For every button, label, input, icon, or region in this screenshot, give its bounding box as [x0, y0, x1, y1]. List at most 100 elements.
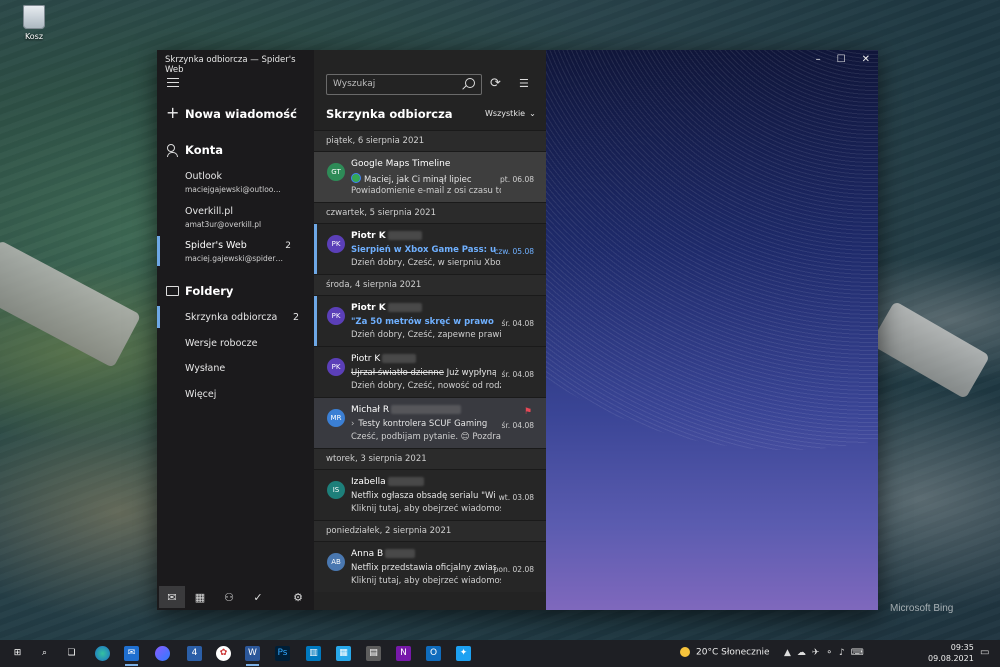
task-view-icon[interactable]: ❏ [64, 646, 79, 661]
folder-name: Skrzynka odbiorcza [185, 312, 278, 323]
mail-app-icon[interactable]: ✉ [124, 646, 139, 666]
selection-mode-icon[interactable]: ☰ [519, 77, 529, 90]
message-sender: Michał R [351, 405, 462, 415]
reading-pane: – ☐ ✕ [546, 50, 878, 610]
photos-icon[interactable]: ✿ [216, 646, 231, 661]
search-icon[interactable] [465, 78, 475, 88]
todo-icon[interactable]: ✓ [245, 586, 271, 608]
messenger-icon[interactable] [155, 646, 170, 661]
message-row[interactable]: IS Izabella Netflix ogłasza obsadę seria… [314, 469, 546, 520]
person-icon [167, 144, 178, 157]
message-row[interactable]: PK Piotr K Sierpień w Xbox Game Pass: ul… [314, 223, 546, 274]
folder-icon [166, 286, 179, 296]
clock-date: 09.08.2021 [928, 654, 974, 663]
clock[interactable]: 09:35 09.08.2021 [928, 642, 974, 664]
recycle-bin-shortcut[interactable]: Kosz [18, 5, 50, 41]
account-item-overkill[interactable]: Overkill.pl amat3ur@overkill.pl [185, 206, 313, 229]
filter-dropdown[interactable]: Wszystkie ⌄ [485, 109, 536, 118]
message-sender: Izabella [351, 477, 424, 487]
redacted-surname [387, 231, 422, 240]
calculator-icon[interactable]: ▤ [366, 646, 381, 661]
close-button[interactable]: ✕ [862, 54, 870, 65]
weather-desc: Słonecznie [721, 647, 770, 658]
chevron-down-icon: ⌄ [529, 109, 536, 118]
mail-icon[interactable]: ✉ [159, 586, 185, 608]
photoshop-icon[interactable]: Ps [275, 646, 290, 661]
message-preview: Kliknij tutaj, aby obejrzeć wiadomość [351, 576, 501, 586]
unread-indicator [314, 224, 317, 274]
outlook-icon[interactable]: O [426, 646, 441, 661]
accounts-header[interactable]: Konta [157, 140, 314, 160]
date-group-header: środa, 4 sierpnia 2021 [314, 274, 546, 295]
folder-item-more[interactable]: Więcej [185, 389, 305, 400]
subject-text: Już wypłynął n [446, 368, 496, 378]
folder-name: Wersje robocze [185, 338, 258, 349]
message-preview: Cześć, podbijam pytanie. 😊 Pozdraw [351, 432, 501, 442]
account-email: amat3ur@overkill.pl [185, 220, 262, 229]
hamburger-menu-icon[interactable] [167, 78, 179, 88]
message-date: śr. 04.08 [501, 370, 534, 379]
search-placeholder: Wyszukaj [333, 79, 376, 89]
message-row[interactable]: GT Google Maps Timeline Maciej, jak Ci m… [314, 151, 546, 202]
selected-folder-indicator [157, 306, 160, 328]
account-name: Overkill.pl [185, 206, 233, 217]
trello-icon[interactable]: ▥ [306, 646, 321, 661]
redacted-surname [387, 477, 424, 486]
date-group-header: piątek, 6 sierpnia 2021 [314, 130, 546, 151]
settings-icon[interactable]: ⚙ [285, 586, 311, 608]
message-subject: Sierpień w Xbox Game Pass: ulica, s [351, 245, 496, 255]
start-icon[interactable]: ⊞ [10, 646, 25, 661]
minimize-button[interactable]: – [816, 54, 821, 65]
window-controls: – ☐ ✕ [800, 54, 870, 65]
recycle-bin-icon [23, 5, 45, 29]
folder-item-inbox[interactable]: Skrzynka odbiorcza 2 [185, 312, 305, 323]
system-tray[interactable]: ▲☁✈⚬♪⌨ [784, 648, 870, 658]
message-sender: Piotr K [351, 231, 422, 241]
account-name: Spider's Web [185, 240, 247, 251]
folder-item-drafts[interactable]: Wersje robocze [185, 338, 305, 349]
message-preview: Powiadomienie e-mail z osi czasu to a [351, 186, 501, 196]
chevron-right-icon[interactable]: › [351, 419, 354, 429]
search-icon[interactable]: ⌕ [37, 646, 52, 661]
message-preview: Dzień dobry, Cześć, w sierpniu Xbox [351, 258, 501, 268]
calendar-icon[interactable]: ▦ [187, 586, 213, 608]
message-date: wt. 03.08 [498, 493, 534, 502]
redacted-surname [391, 405, 462, 414]
folder-icon[interactable]: 4 [187, 646, 202, 661]
account-item-outlook[interactable]: Outlook maciejgajewski@outlook.com [185, 171, 313, 194]
folder-item-sent[interactable]: Wysłane [185, 363, 305, 374]
folders-header[interactable]: Foldery [157, 281, 314, 301]
message-row[interactable]: AB Anna B Netflix przedstawia oficjalny … [314, 541, 546, 592]
message-date: czw. 05.08 [494, 247, 534, 256]
message-row[interactable]: PK Piotr K "Za 50 metrów skręć w prawo i… [314, 295, 546, 346]
new-mail-button[interactable]: + Nowa wiadomość [157, 104, 314, 126]
redacted-surname [385, 549, 416, 558]
unread-indicator [314, 296, 317, 346]
message-row[interactable]: MR Michał R ⚑ › Testy kontrolera SCUF Gam… [314, 397, 546, 448]
outlook-calendar-icon[interactable]: ▦ [336, 646, 351, 661]
message-sender: Anna B [351, 549, 416, 559]
message-row[interactable]: PK Piotr K Ujrzał światło dzienne Już wy… [314, 346, 546, 397]
avatar: GT [327, 163, 345, 181]
notifications-icon[interactable]: ▭ [980, 647, 989, 658]
avatar: IS [327, 481, 345, 499]
word-icon[interactable]: W [245, 646, 260, 666]
sender-text: Anna B [351, 549, 384, 559]
sync-icon[interactable]: ⟳ [490, 76, 501, 91]
weather-widget[interactable]: 20°C Słonecznie [680, 647, 770, 658]
weather-temp: 20°C [696, 647, 719, 658]
edge-icon[interactable] [95, 646, 110, 661]
clock-time: 09:35 [950, 643, 974, 652]
account-item-spidersweb[interactable]: Spider's Web maciej.gajewski@spidersweb.… [185, 240, 313, 263]
twitter-icon[interactable]: ✦ [456, 646, 471, 661]
search-input[interactable]: Wyszukaj [326, 74, 482, 95]
subject-text: Testy kontrolera SCUF Gaming [358, 419, 488, 429]
flag-icon[interactable]: ⚑ [524, 407, 532, 417]
sun-icon [680, 647, 690, 657]
account-email: maciejgajewski@outlook.com [185, 185, 285, 194]
onenote-icon[interactable]: N [396, 646, 411, 661]
people-icon[interactable]: ⚇ [216, 586, 242, 608]
maximize-button[interactable]: ☐ [837, 54, 846, 65]
folder-name: Więcej [185, 389, 217, 400]
bing-watermark: Microsoft Bing [890, 603, 954, 614]
